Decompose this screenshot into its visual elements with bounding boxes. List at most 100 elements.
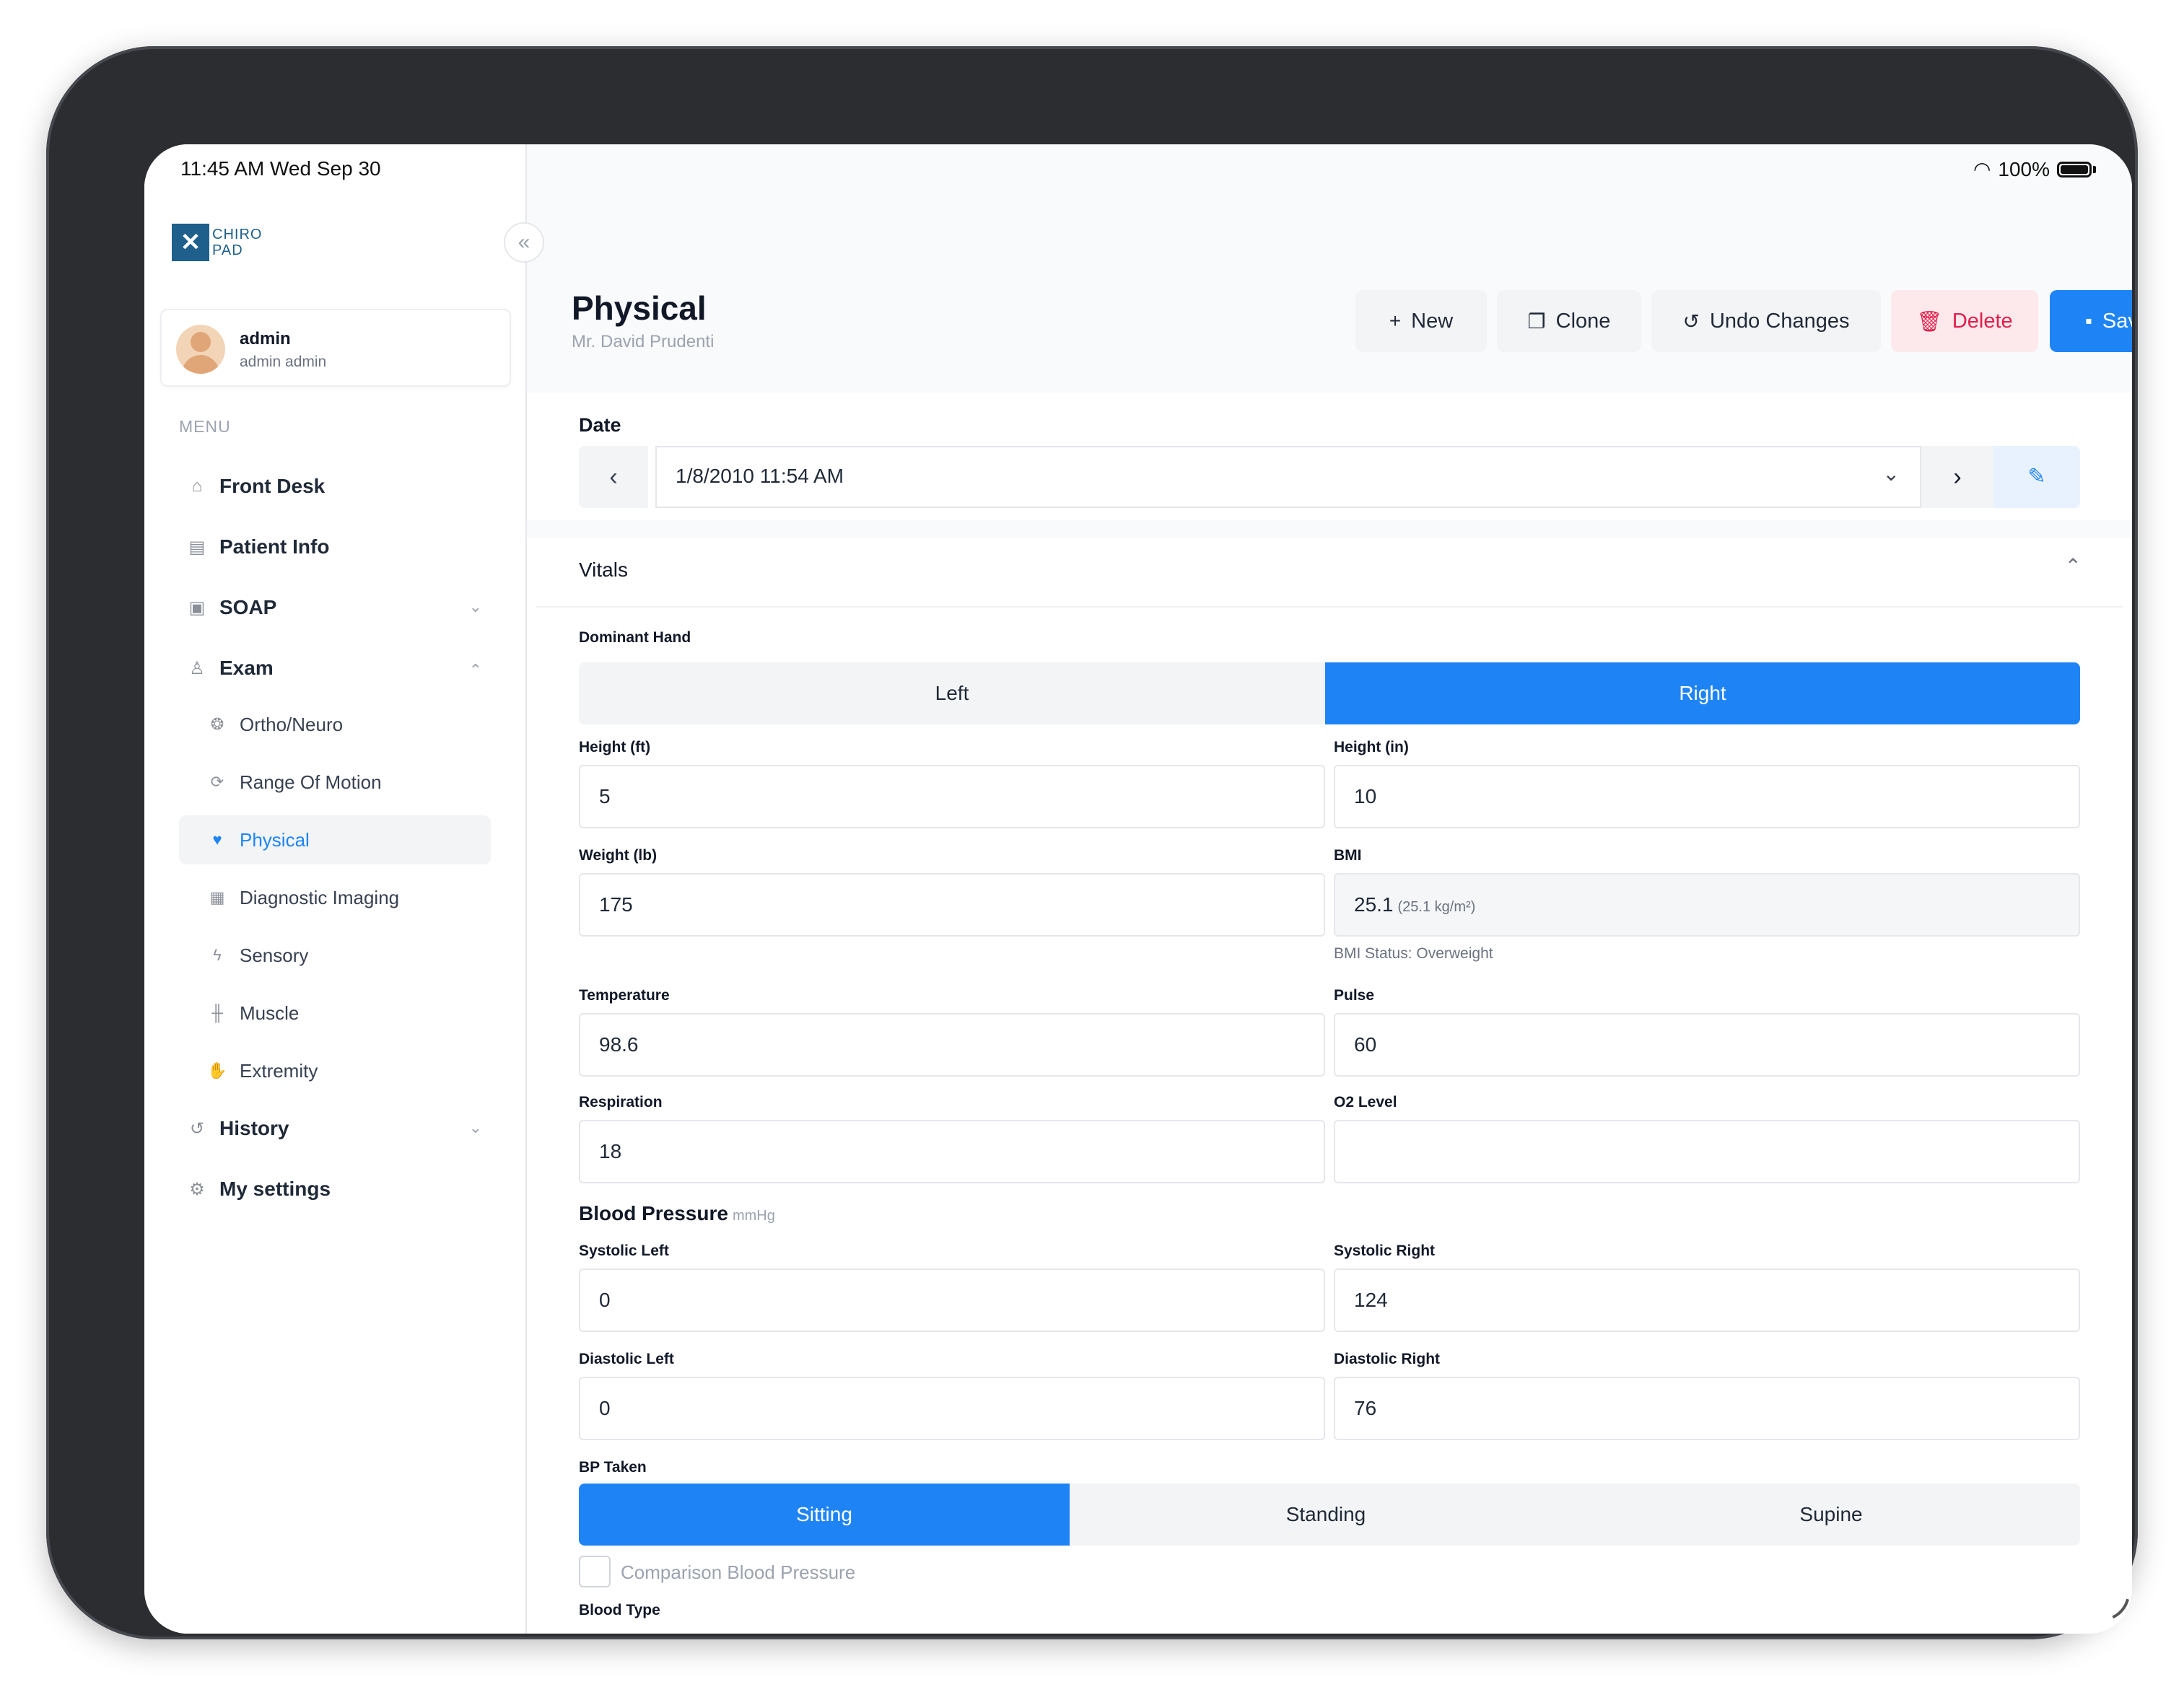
comparison-bp-checkbox[interactable]	[579, 1556, 611, 1587]
temperature-input[interactable]: 98.6	[579, 1013, 1325, 1077]
sidebar-item-soap[interactable]: ▣ SOAP ⌄	[179, 587, 494, 628]
sidebar-subitem-sensory[interactable]: ϟ Sensory	[179, 931, 491, 980]
dominant-hand-label: Dominant Hand	[579, 629, 691, 646]
bmi-value: 25.1	[1354, 893, 1394, 916]
diastolic-left-input[interactable]: 0	[579, 1377, 1325, 1440]
respiration-input[interactable]: 18	[579, 1120, 1325, 1183]
sidebar-item-patient-info[interactable]: ▤ Patient Info	[179, 527, 494, 567]
status-indicators: ◠ 100%	[1973, 157, 2096, 181]
weight-input[interactable]: 175	[579, 873, 1325, 937]
o2-level-label: O2 Level	[1334, 1094, 1397, 1110]
resize-handle-icon	[2088, 1588, 2130, 1630]
height-ft-label: Height (ft)	[579, 739, 651, 755]
hand-icon: ✋	[207, 1061, 227, 1079]
delete-button[interactable]: 🗑 Delete	[1891, 290, 2038, 352]
sidebar-item-exam[interactable]: ♙ Exam ⌃	[179, 648, 494, 688]
menu-label: MENU	[179, 417, 231, 436]
sidebar-subitem-label: Sensory	[240, 944, 309, 966]
sidebar-subitem-ortho-neuro[interactable]: ❂ Ortho/Neuro	[179, 700, 491, 749]
divider	[536, 606, 2123, 608]
screen: 11:45 AM Wed Sep 30 ✕ CHIRO PAD admin ad…	[144, 144, 2132, 1634]
dominant-hand-left[interactable]: Left	[579, 662, 1325, 724]
sidebar-item-my-settings[interactable]: ⚙ My settings	[179, 1169, 494, 1209]
comparison-bp-label[interactable]: Comparison Blood Pressure	[621, 1561, 855, 1584]
blood-pressure-heading: Blood Pressure mmHg	[579, 1202, 775, 1225]
sidebar-collapse-button[interactable]: «	[504, 222, 544, 263]
save-button-label: Save	[2102, 309, 2132, 333]
height-in-input[interactable]: 10	[1334, 765, 2080, 828]
systolic-right-label: Systolic Right	[1334, 1243, 1436, 1259]
date-value: 1/8/2010 11:54 AM	[676, 465, 844, 487]
bp-taken-standing[interactable]: Standing	[1070, 1484, 1582, 1546]
systolic-left-value: 0	[599, 1289, 611, 1311]
blood-type-label: Blood Type	[579, 1602, 660, 1618]
gear-icon: ⚙	[189, 1179, 205, 1199]
diastolic-right-input[interactable]: 76	[1334, 1377, 2080, 1440]
sidebar-subitem-label: Muscle	[240, 1002, 300, 1024]
diastolic-right-value: 76	[1354, 1397, 1377, 1419]
user-subtitle: admin admin	[240, 354, 327, 370]
page-title: Physical	[572, 289, 707, 327]
sidebar-item-history[interactable]: ↺ History ⌄	[179, 1108, 494, 1149]
user-card[interactable]: admin admin admin	[160, 309, 511, 387]
diastolic-left-label: Diastolic Left	[579, 1351, 674, 1367]
pulse-input[interactable]: 60	[1334, 1013, 2080, 1077]
floppy-icon: ▪	[2084, 310, 2092, 332]
bp-taken-label: BP Taken	[579, 1459, 647, 1476]
systolic-left-label: Systolic Left	[579, 1243, 669, 1259]
sidebar-subitem-muscle[interactable]: ╫ Muscle	[179, 989, 491, 1038]
height-in-value: 10	[1354, 785, 1377, 807]
sidebar-subitem-diagnostic-imaging[interactable]: ▦ Diagnostic Imaging	[179, 873, 491, 922]
vitals-panel: Vitals ⌃ Dominant Hand Left Right Height…	[527, 538, 2132, 1634]
xray-icon: ▦	[209, 888, 225, 906]
copy-icon: ❐	[1527, 310, 1546, 333]
tablet-frame: 11:45 AM Wed Sep 30 ✕ CHIRO PAD admin ad…	[46, 46, 2138, 1639]
blood-pressure-unit: mmHg	[732, 1208, 775, 1224]
plus-icon: +	[1389, 310, 1402, 332]
o2-level-input[interactable]	[1334, 1120, 2080, 1183]
sidebar-subitem-range-of-motion[interactable]: ⟳ Range Of Motion	[179, 758, 491, 807]
brain-icon: ❂	[210, 715, 224, 733]
bp-taken-supine[interactable]: Supine	[1582, 1484, 2080, 1546]
height-in-label: Height (in)	[1334, 739, 1409, 755]
date-select[interactable]: 1/8/2010 11:54 AM ⌄	[655, 446, 1921, 508]
main-content: ◠ 100% Physical Mr. David Prudenti + New…	[527, 144, 2132, 1634]
battery-cap	[2093, 165, 2096, 173]
sidebar: 11:45 AM Wed Sep 30 ✕ CHIRO PAD admin ad…	[144, 144, 527, 1634]
home-icon: ⌂	[191, 476, 203, 496]
logo-text-bottom: PAD	[212, 242, 243, 258]
previous-date-button[interactable]: ‹	[579, 446, 648, 508]
bp-taken-sitting[interactable]: Sitting	[579, 1484, 1070, 1546]
chevron-up-icon: ⌃	[468, 661, 482, 679]
save-button[interactable]: ▪ Save	[2050, 290, 2132, 352]
pulse-label: Pulse	[1334, 987, 1375, 1004]
chevron-down-icon: ⌄	[468, 1118, 482, 1136]
weight-value: 175	[599, 893, 633, 916]
clone-button[interactable]: ❐ Clone	[1497, 290, 1641, 352]
height-ft-input[interactable]: 5	[579, 765, 1325, 828]
sidebar-subitem-label: Extremity	[240, 1059, 318, 1082]
edit-date-button[interactable]: ✎	[1993, 446, 2080, 508]
clone-button-label: Clone	[1555, 309, 1611, 333]
chevron-up-icon[interactable]: ⌃	[2065, 554, 2082, 578]
id-card-icon: ▤	[188, 537, 206, 557]
systolic-left-input[interactable]: 0	[579, 1268, 1325, 1332]
diastolic-right-label: Diastolic Right	[1334, 1351, 1441, 1367]
status-time: 11:45 AM Wed Sep 30	[180, 157, 381, 180]
undo-changes-button[interactable]: ↺ Undo Changes	[1651, 290, 1881, 352]
bmi-status: BMI Status: Overweight	[1334, 945, 1493, 962]
sidebar-item-front-desk[interactable]: ⌂ Front Desk	[179, 466, 494, 507]
new-button[interactable]: + New	[1355, 290, 1487, 352]
pulse-value: 60	[1354, 1033, 1377, 1056]
diastolic-left-value: 0	[599, 1397, 611, 1419]
sidebar-subitem-physical[interactable]: ♥ Physical	[179, 815, 491, 864]
next-date-button[interactable]: ›	[1921, 446, 1993, 508]
dominant-hand-right[interactable]: Right	[1325, 662, 2080, 724]
height-ft-value: 5	[599, 785, 611, 807]
systolic-right-input[interactable]: 124	[1334, 1268, 2080, 1332]
history-icon: ↺	[189, 1118, 205, 1139]
soap-icon: ▣	[188, 597, 206, 618]
sync-icon: ⟳	[210, 773, 224, 791]
app-logo[interactable]: ✕ CHIRO PAD	[172, 224, 262, 261]
sidebar-subitem-extremity[interactable]: ✋ Extremity	[179, 1046, 491, 1095]
